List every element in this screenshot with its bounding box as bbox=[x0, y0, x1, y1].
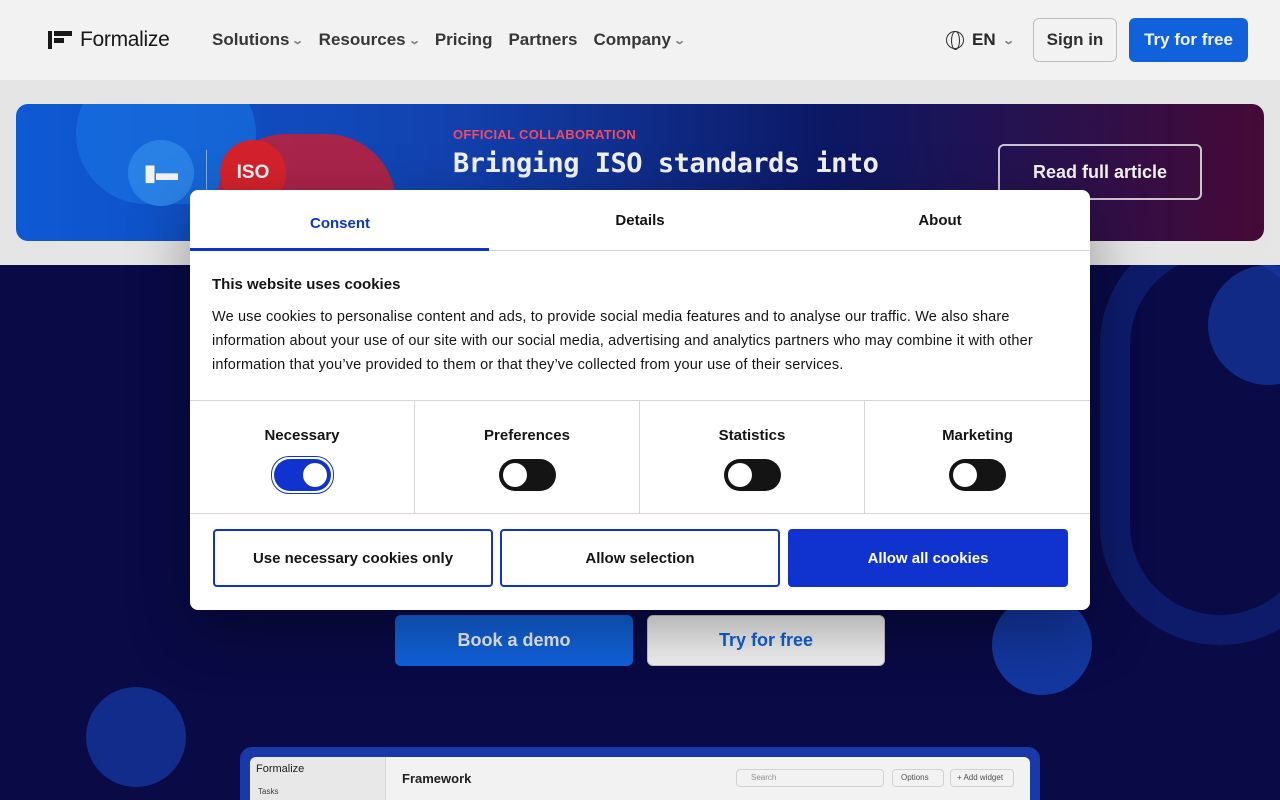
toggle-label: Marketing bbox=[942, 427, 1013, 444]
toggle-label: Statistics bbox=[718, 427, 786, 444]
toggle-knob bbox=[503, 463, 527, 487]
cookie-category-statistics: Statistics bbox=[640, 401, 865, 513]
allow-all-cookies-button[interactable]: Allow all cookies bbox=[788, 529, 1068, 587]
cookie-category-necessary: Necessary bbox=[190, 401, 415, 513]
tab-details[interactable]: Details bbox=[490, 190, 790, 250]
marketing-toggle[interactable] bbox=[949, 459, 1006, 491]
preferences-toggle[interactable] bbox=[499, 459, 556, 491]
cookie-dialog-actions: Use necessary cookies only Allow selecti… bbox=[190, 514, 1090, 610]
cookie-dialog-body: We use cookies to personalise content an… bbox=[212, 309, 1033, 373]
allow-selection-button[interactable]: Allow selection bbox=[500, 529, 780, 587]
cookie-dialog-tabs: Consent Details About bbox=[190, 190, 1090, 251]
toggle-knob bbox=[728, 463, 752, 487]
toggle-knob bbox=[953, 463, 977, 487]
tab-about[interactable]: About bbox=[790, 190, 1090, 250]
statistics-toggle[interactable] bbox=[724, 459, 781, 491]
toggle-label: Preferences bbox=[484, 427, 570, 444]
toggle-label: Necessary bbox=[264, 427, 340, 444]
cookie-consent-dialog: Consent Details About This website uses … bbox=[190, 190, 1090, 610]
cookie-dialog-content: This website uses cookies We use cookies… bbox=[212, 276, 1072, 377]
toggle-knob bbox=[303, 463, 327, 487]
cookie-category-toggles: Necessary Preferences Statistics Marketi… bbox=[190, 400, 1090, 514]
use-necessary-cookies-only-button[interactable]: Use necessary cookies only bbox=[213, 529, 493, 587]
necessary-toggle[interactable] bbox=[271, 456, 334, 494]
cookie-category-preferences: Preferences bbox=[415, 401, 640, 513]
cookie-dialog-heading: This website uses cookies bbox=[212, 276, 401, 293]
cookie-category-marketing: Marketing bbox=[865, 401, 1090, 513]
tab-consent[interactable]: Consent bbox=[190, 190, 490, 251]
